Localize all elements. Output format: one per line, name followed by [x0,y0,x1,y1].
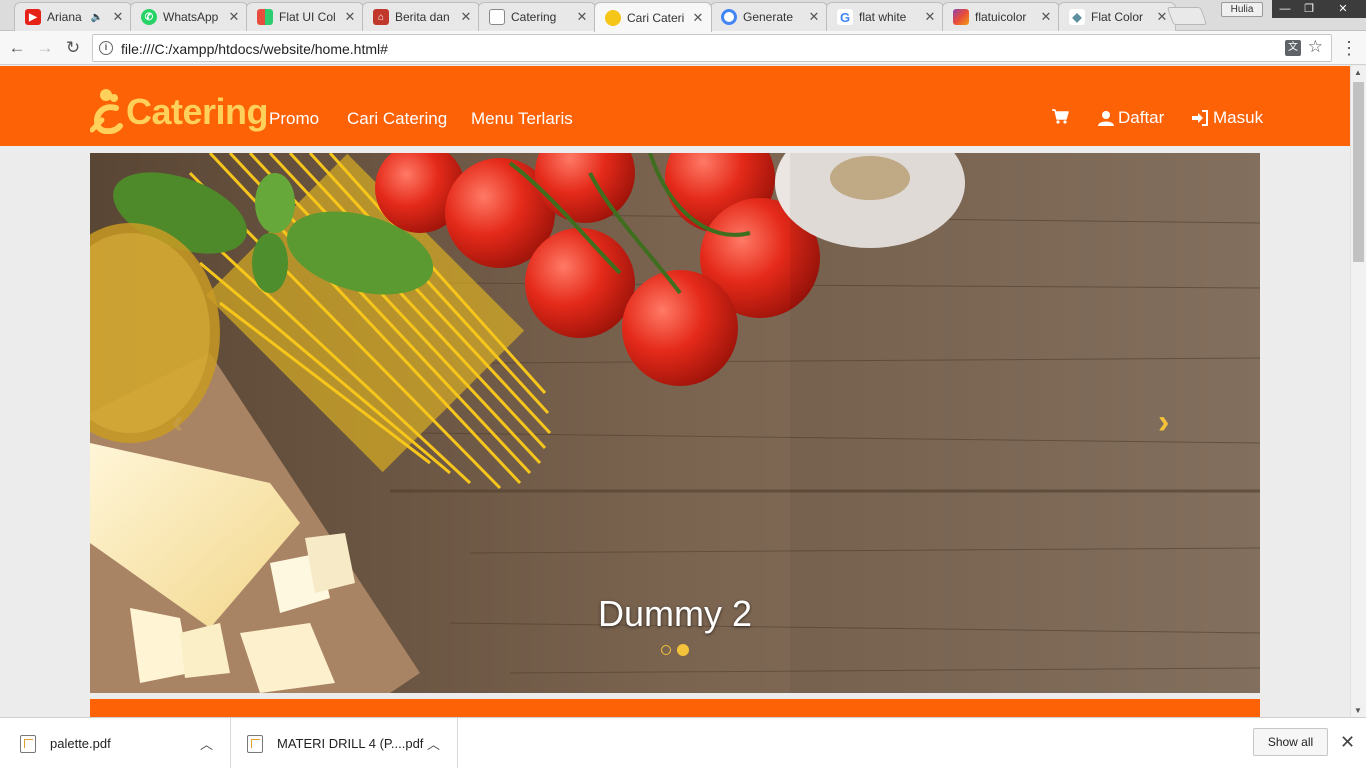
close-tab-icon[interactable]: ✕ [691,10,705,26]
tab-title: Catering [511,10,557,24]
tab-title: Cari Cateri [627,10,685,25]
close-downloads-icon[interactable]: ✕ [1340,732,1355,753]
tab-title: Flat Color [1091,10,1144,24]
scroll-up-icon[interactable]: ▲ [1354,68,1362,77]
site-navbar: Catering Promo Cari Catering Menu Terlar… [0,66,1350,146]
tab-whatsapp[interactable]: ✆ WhatsApp ✕ [130,2,248,31]
download-filename: MATERI DRILL 4 (P....pdf [277,736,424,751]
catering-icon [605,9,621,26]
whatsapp-icon: ✆ [141,9,157,25]
daftar-label: Daftar [1118,108,1165,127]
close-tab-icon[interactable]: ✕ [1155,9,1169,25]
news-icon: ⌂ [373,9,389,25]
download-item[interactable]: MATERI DRILL 4 (P....pdf ︿ [231,718,458,768]
back-icon[interactable]: ← [6,37,28,59]
minimize-button[interactable]: — [1272,0,1298,18]
close-tab-icon[interactable]: ✕ [575,9,589,25]
url-text[interactable]: file:///C:/xampp/htdocs/website/home.htm… [121,41,388,57]
masuk-link[interactable]: Masuk [1191,108,1263,128]
user-icon [1098,111,1114,126]
page-icon [489,9,505,25]
carousel-prev-icon[interactable]: ‹ [172,403,183,442]
download-filename: palette.pdf [50,736,111,751]
speaker-icon[interactable]: 🔈 [91,12,103,23]
browser-toolbar: ← → ↻ i file:///C:/xampp/htdocs/website/… [0,31,1366,65]
tab-title: Berita dan [395,10,450,24]
close-window-button[interactable]: ✕ [1320,0,1366,18]
forward-icon[interactable]: → [34,37,56,59]
tab-berita[interactable]: ⌂ Berita dan ✕ [362,2,480,31]
nav-menu-terlaris[interactable]: Menu Terlaris [471,109,573,129]
google-icon: G [837,9,853,25]
chevron-up-icon[interactable]: ︿ [200,734,213,753]
close-tab-icon[interactable]: ✕ [459,9,473,25]
carousel-indicator-2[interactable] [677,644,689,656]
tab-title: Ariana [47,10,82,24]
tab-catering[interactable]: Catering ✕ [478,2,596,31]
flatuicolors-icon [953,9,969,25]
close-tab-icon[interactable]: ✕ [1039,9,1053,25]
carousel-indicators [90,644,1260,656]
close-tab-icon[interactable]: ✕ [111,9,125,25]
youtube-icon: ▶ [25,9,41,25]
close-tab-icon[interactable]: ✕ [343,9,357,25]
nav-promo[interactable]: Promo [269,109,319,129]
new-tab-button[interactable] [1166,7,1208,25]
chevron-up-icon[interactable]: ︿ [427,734,440,753]
tab-generate[interactable]: Generate ✕ [710,2,828,31]
show-all-button[interactable]: Show all [1253,728,1328,756]
diamond-icon: ◆ [1069,9,1085,25]
page-viewport: Catering Promo Cari Catering Menu Terlar… [0,66,1350,717]
translate-icon[interactable]: 文 [1285,40,1301,56]
tab-flat-white[interactable]: G flat white ✕ [826,2,944,31]
close-tab-icon[interactable]: ✕ [923,9,937,25]
close-tab-icon[interactable]: ✕ [227,9,241,25]
brand-logo[interactable]: Catering [90,86,269,134]
close-tab-icon[interactable]: ✕ [807,9,821,25]
reload-icon[interactable]: ↻ [62,37,84,59]
login-icon [1192,110,1208,126]
bookmark-star-icon[interactable]: ☆ [1308,37,1323,57]
tab-title: Generate [743,10,794,24]
masuk-label: Masuk [1213,108,1264,127]
daftar-link[interactable]: Daftar [1098,108,1164,128]
cart-icon [1052,109,1069,124]
tab-title: WhatsApp [163,10,219,24]
cart-button[interactable] [1051,108,1069,124]
tab-ariana[interactable]: ▶ Ariana 🔈 ✕ [14,2,132,31]
pdf-file-icon [20,734,36,753]
generate-icon [721,9,737,25]
pdf-file-icon [247,734,263,753]
address-bar[interactable]: i file:///C:/xampp/htdocs/website/home.h… [92,34,1332,62]
tab-title: flatuicolor [975,10,1027,24]
carousel-next-icon[interactable]: › [1158,403,1169,442]
tab-flat-ui[interactable]: Flat UI Col ✕ [246,2,364,31]
tab-title: Flat UI Col [279,10,336,24]
tab-strip: ▶ Ariana 🔈 ✕ ✆ WhatsApp ✕ Flat UI Col ✕ … [0,0,1366,32]
page-scrollbar[interactable]: ▲ ▼ [1350,66,1366,717]
nav-cari-catering[interactable]: Cari Catering [347,109,447,129]
hero-carousel[interactable]: ‹ › Dummy 2 [90,153,1260,693]
download-bar: palette.pdf ︿ MATERI DRILL 4 (P....pdf ︿… [0,717,1366,768]
browser-menu-icon[interactable]: ⋮ [1340,38,1358,59]
tab-cari-catering[interactable]: Cari Cateri ✕ [594,2,712,32]
chef-hat-icon [90,89,123,134]
tab-flatuicolor[interactable]: flatuicolor ✕ [942,2,1060,31]
restore-button[interactable]: ❐ [1298,0,1320,18]
carousel-caption: Dummy 2 [597,593,753,634]
scroll-down-icon[interactable]: ▼ [1354,706,1362,715]
download-item[interactable]: palette.pdf ︿ [0,718,231,768]
tab-title: flat white [859,10,907,24]
flatui-icon [257,9,273,25]
tab-flat-color[interactable]: ◆ Flat Color ✕ [1058,2,1176,31]
brand-name: Catering [126,91,269,132]
info-icon[interactable]: i [99,41,113,55]
profile-button[interactable]: Hulia [1221,2,1263,17]
section-band [90,699,1260,717]
scrollbar-thumb[interactable] [1353,82,1364,262]
carousel-indicator-1[interactable] [661,645,671,655]
